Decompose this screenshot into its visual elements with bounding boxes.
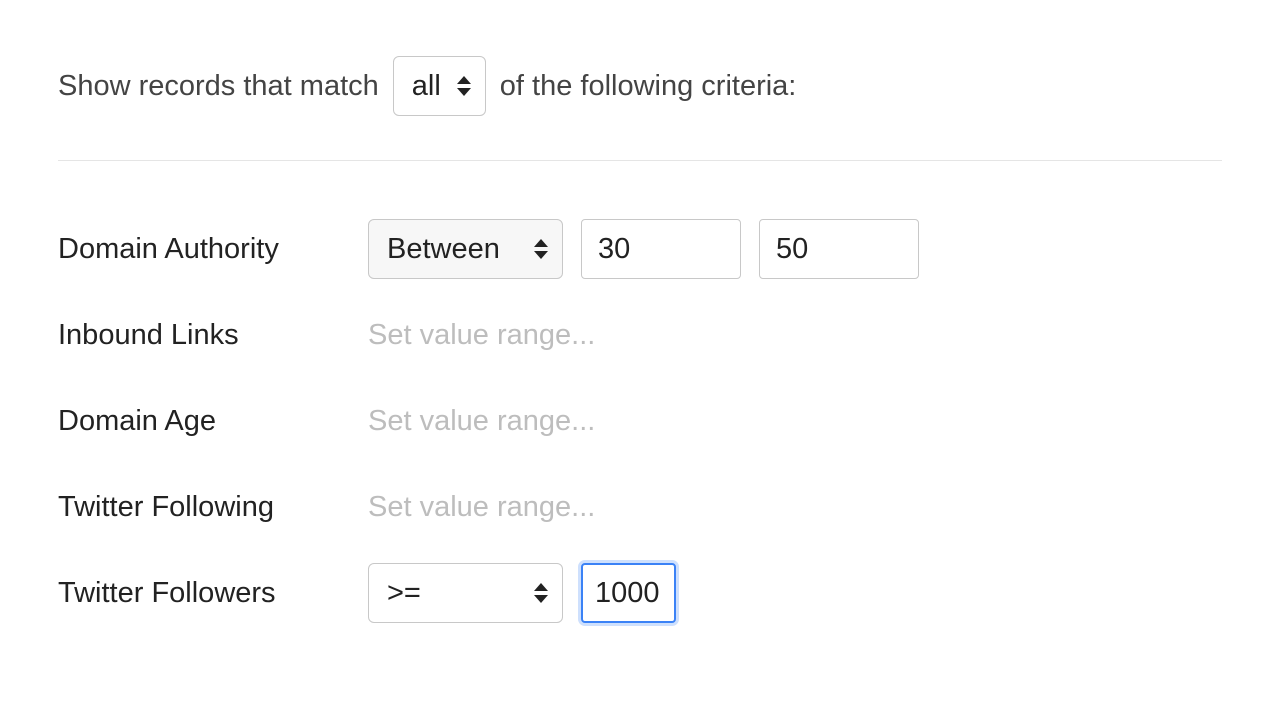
- criteria-row-inbound-links: Inbound Links Set value range...: [58, 301, 1222, 369]
- operator-select[interactable]: Between: [368, 219, 563, 279]
- criteria-row-twitter-following: Twitter Following Set value range...: [58, 473, 1222, 541]
- updown-icon: [457, 76, 471, 96]
- header-prefix-text: Show records that match: [58, 70, 379, 103]
- match-mode-select[interactable]: all: [393, 56, 486, 116]
- operator-value: Between: [387, 233, 500, 266]
- criteria-label: Twitter Following: [58, 491, 368, 524]
- set-value-range-button[interactable]: Set value range...: [368, 313, 595, 358]
- criteria-label: Inbound Links: [58, 319, 368, 352]
- header-suffix-text: of the following criteria:: [500, 70, 797, 103]
- value-input[interactable]: [581, 563, 676, 623]
- updown-icon: [534, 239, 548, 259]
- criteria-label: Domain Age: [58, 405, 368, 438]
- criteria-row-twitter-followers: Twitter Followers >=: [58, 559, 1222, 627]
- value-low-input[interactable]: [581, 219, 741, 279]
- criteria-label: Twitter Followers: [58, 577, 368, 610]
- criteria-row-domain-age: Domain Age Set value range...: [58, 387, 1222, 455]
- updown-icon: [534, 583, 548, 603]
- criteria-label: Domain Authority: [58, 233, 368, 266]
- set-value-range-button[interactable]: Set value range...: [368, 399, 595, 444]
- filter-header: Show records that match all of the follo…: [58, 56, 1222, 116]
- operator-select[interactable]: >=: [368, 563, 563, 623]
- value-high-input[interactable]: [759, 219, 919, 279]
- match-mode-value: all: [412, 70, 441, 103]
- divider: [58, 160, 1222, 161]
- set-value-range-button[interactable]: Set value range...: [368, 485, 595, 530]
- criteria-row-domain-authority: Domain Authority Between: [58, 215, 1222, 283]
- operator-value: >=: [387, 577, 421, 610]
